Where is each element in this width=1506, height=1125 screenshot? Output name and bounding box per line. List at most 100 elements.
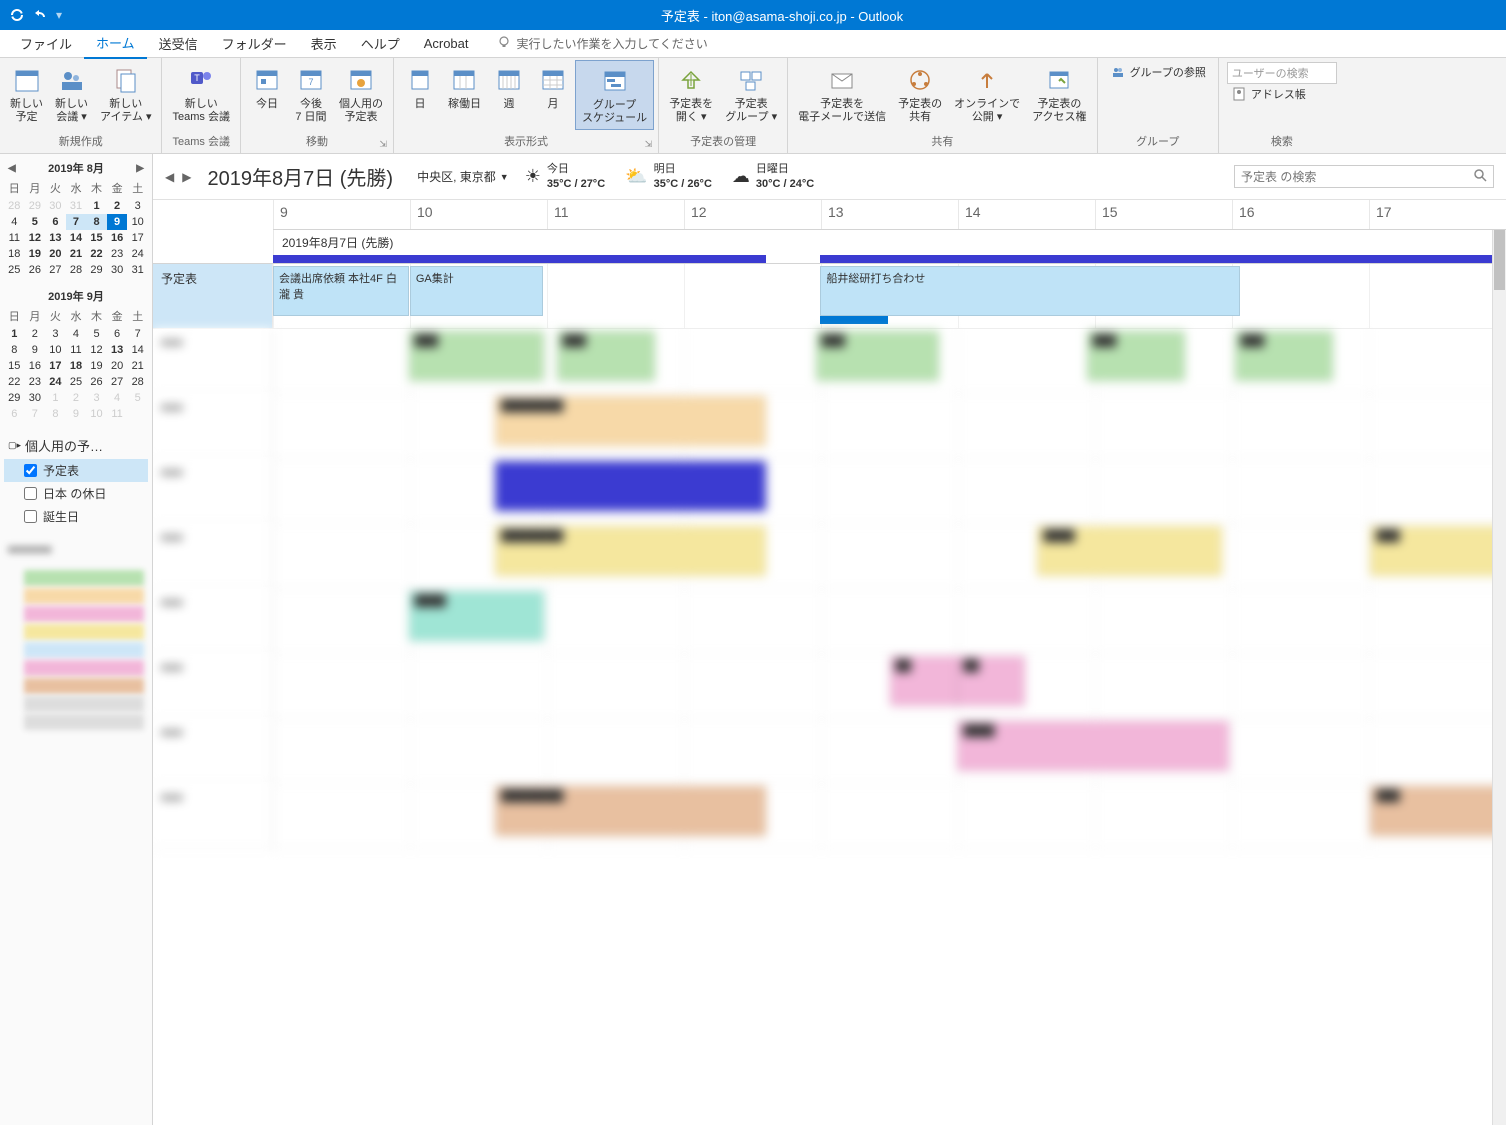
mini-cal-day[interactable]: 10 <box>127 214 148 230</box>
calendar-list-item[interactable]: 誕生日 <box>4 505 148 528</box>
next7days-button[interactable]: 7 今後7 日間 <box>289 60 333 128</box>
mini-cal-day[interactable]: 4 <box>107 390 128 406</box>
mini-cal-day[interactable]: 20 <box>107 358 128 374</box>
calendar-event[interactable]: 会議出席依頼 本社4F 白瀧 貴 <box>273 266 409 316</box>
calendar-permissions-button[interactable]: 予定表のアクセス権 <box>1026 60 1092 128</box>
mini-cal-day[interactable]: 28 <box>4 198 25 214</box>
mini-cal-day[interactable]: 27 <box>45 262 66 278</box>
today-button[interactable]: 今日 <box>245 60 289 115</box>
mini-cal-day[interactable]: 9 <box>66 406 87 422</box>
launcher-icon[interactable]: ⇲ <box>645 139 653 150</box>
mini-cal-table-sep[interactable]: 日月火水木金土123456789101112131415161718192021… <box>4 306 148 422</box>
mini-cal-day[interactable]: 9 <box>25 342 46 358</box>
sync-icon[interactable] <box>8 6 26 24</box>
scrollbar[interactable] <box>1492 230 1506 1125</box>
mini-cal-day[interactable]: 5 <box>127 390 148 406</box>
mini-cal-day[interactable]: 27 <box>107 374 128 390</box>
calendar-event[interactable]: GA集計 <box>410 266 543 316</box>
share-calendar-button[interactable]: 予定表の共有 <box>892 60 948 128</box>
mini-cal-day[interactable]: 18 <box>66 358 87 374</box>
day-view-button[interactable]: 日 <box>398 60 442 115</box>
tab-folder[interactable]: フォルダー <box>210 29 299 58</box>
mini-cal-day[interactable]: 11 <box>4 230 25 246</box>
mini-cal-day[interactable]: 25 <box>66 374 87 390</box>
search-field[interactable] <box>1241 170 1473 184</box>
teams-meeting-button[interactable]: T 新しいTeams 会議 <box>166 60 235 128</box>
calendar-checkbox[interactable] <box>24 464 37 477</box>
open-calendar-button[interactable]: 予定表を開く ▾ <box>663 60 719 128</box>
mini-cal-day[interactable]: 2 <box>25 326 46 342</box>
mini-cal-day[interactable]: 6 <box>45 214 66 230</box>
scrollbar-thumb[interactable] <box>1494 230 1505 290</box>
next-day-button[interactable]: ▶ <box>182 170 191 184</box>
mini-cal-day[interactable]: 7 <box>127 326 148 342</box>
mini-cal-day[interactable]: 26 <box>25 262 46 278</box>
group-schedule-button[interactable]: グループスケジュール <box>575 60 654 130</box>
mini-cal-day[interactable]: 12 <box>25 230 46 246</box>
mini-cal-day[interactable]: 2 <box>66 390 87 406</box>
mini-cal-day[interactable]: 13 <box>107 342 128 358</box>
mini-cal-day[interactable]: 23 <box>107 246 128 262</box>
mini-cal-day[interactable]: 17 <box>45 358 66 374</box>
mini-cal-day[interactable]: 24 <box>127 246 148 262</box>
calendar-checkbox[interactable] <box>24 487 37 500</box>
mini-cal-day[interactable]: 19 <box>86 358 107 374</box>
calendar-groups-button[interactable]: 予定表グループ ▾ <box>719 60 783 128</box>
mini-cal-day[interactable]: 17 <box>127 230 148 246</box>
search-icon[interactable] <box>1473 168 1487 185</box>
mini-cal-day[interactable]: 3 <box>86 390 107 406</box>
mini-cal-day[interactable]: 8 <box>4 342 25 358</box>
mini-cal-day[interactable]: 14 <box>66 230 87 246</box>
mini-cal-day[interactable]: 5 <box>86 326 107 342</box>
mini-cal-day[interactable]: 7 <box>66 214 87 230</box>
tab-sendrecv[interactable]: 送受信 <box>147 29 210 58</box>
mini-cal-day[interactable]: 3 <box>45 326 66 342</box>
mini-cal-day[interactable]: 24 <box>45 374 66 390</box>
mini-cal-day[interactable]: 8 <box>45 406 66 422</box>
mini-cal-day[interactable]: 31 <box>66 198 87 214</box>
mini-cal-day[interactable]: 10 <box>86 406 107 422</box>
calendar-list-item[interactable]: 予定表 <box>4 459 148 482</box>
mini-cal-day[interactable]: 9 <box>107 214 128 230</box>
search-user-input[interactable]: ユーザーの検索 <box>1227 62 1337 84</box>
mini-cal-day[interactable]: 10 <box>45 342 66 358</box>
weather-item[interactable]: ☁日曜日30°C / 24°C <box>732 162 814 191</box>
mini-cal-day[interactable]: 18 <box>4 246 25 262</box>
mini-cal-day[interactable]: 28 <box>127 374 148 390</box>
mini-cal-day[interactable]: 21 <box>127 358 148 374</box>
browse-groups-button[interactable]: グループの参照 <box>1106 62 1210 82</box>
mini-cal-day[interactable]: 1 <box>4 326 25 342</box>
mini-cal-day[interactable]: 26 <box>86 374 107 390</box>
mini-cal-day[interactable]: 12 <box>86 342 107 358</box>
mini-cal-day[interactable] <box>127 406 148 422</box>
location-picker[interactable]: 中央区, 東京都 ▼ <box>417 168 509 185</box>
tab-view[interactable]: 表示 <box>299 29 349 58</box>
mini-cal-day[interactable]: 11 <box>107 406 128 422</box>
next-month-button[interactable]: ▶ <box>136 163 144 174</box>
mini-cal-day[interactable]: 14 <box>127 342 148 358</box>
mini-cal-day[interactable]: 8 <box>86 214 107 230</box>
mini-cal-day[interactable]: 1 <box>45 390 66 406</box>
mini-cal-day[interactable]: 28 <box>66 262 87 278</box>
new-items-button[interactable]: 新しいアイテム ▾ <box>94 60 157 128</box>
mini-cal-day[interactable]: 29 <box>25 198 46 214</box>
mini-cal-day[interactable]: 30 <box>45 198 66 214</box>
mini-cal-day[interactable]: 11 <box>66 342 87 358</box>
new-meeting-button[interactable]: 新しい会議 ▾ <box>49 60 94 128</box>
tab-acrobat[interactable]: Acrobat <box>412 31 481 56</box>
workweek-view-button[interactable]: 稼働日 <box>442 60 487 115</box>
mini-cal-day[interactable]: 22 <box>4 374 25 390</box>
mini-cal-day[interactable]: 1 <box>86 198 107 214</box>
mini-cal-day[interactable]: 25 <box>4 262 25 278</box>
launcher-icon[interactable]: ⇲ <box>379 139 387 150</box>
mini-cal-day[interactable]: 4 <box>4 214 25 230</box>
tab-home[interactable]: ホーム <box>84 28 147 59</box>
weather-item[interactable]: ☀今日35°C / 27°C <box>525 162 605 191</box>
new-appointment-button[interactable]: 新しい予定 <box>4 60 49 128</box>
mini-cal-day[interactable]: 4 <box>66 326 87 342</box>
mini-cal-day[interactable]: 6 <box>4 406 25 422</box>
prev-day-button[interactable]: ◀ <box>165 170 174 184</box>
undo-icon[interactable] <box>34 8 48 22</box>
mini-cal-day[interactable]: 23 <box>25 374 46 390</box>
mini-cal-day[interactable]: 15 <box>86 230 107 246</box>
